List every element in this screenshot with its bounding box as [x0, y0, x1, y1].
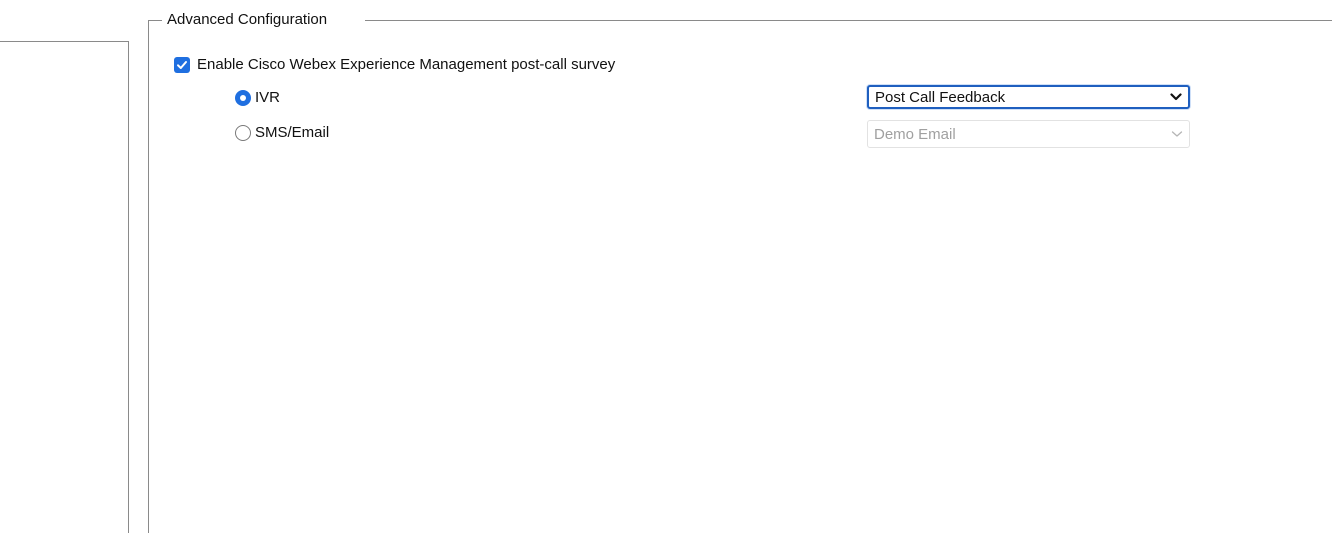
post-call-survey-checkbox[interactable]	[174, 56, 190, 73]
ivr-radio[interactable]	[235, 89, 251, 106]
ivr-survey-select-value: Post Call Feedback	[875, 88, 1006, 106]
outer-frame-left-line	[128, 41, 129, 533]
sms-email-label: SMS/Email	[255, 124, 330, 141]
ivr-survey-select[interactable]: Post Call Feedback	[867, 85, 1190, 109]
post-call-survey-checkbox-row[interactable]: Enable Cisco Webex Experience Management…	[174, 56, 615, 73]
group-border-left	[148, 20, 149, 533]
ivr-label: IVR	[255, 89, 281, 106]
post-call-survey-label: Enable Cisco Webex Experience Management…	[197, 56, 616, 73]
sms-email-radio[interactable]	[235, 124, 251, 141]
group-border-top-right	[365, 20, 1332, 21]
checkmark-icon	[177, 60, 187, 69]
chevron-down-icon	[1170, 92, 1182, 102]
page: Advanced Configuration Enable Cisco Webe…	[0, 0, 1332, 533]
sms-email-survey-select-value: Demo Email	[874, 125, 956, 143]
sms-email-radio-row[interactable]: SMS/Email	[235, 124, 329, 141]
ivr-radio-row[interactable]: IVR	[235, 89, 280, 106]
outer-frame-top-line	[0, 41, 128, 42]
group-legend: Advanced Configuration	[165, 11, 330, 29]
chevron-down-icon	[1171, 129, 1183, 139]
group-border-top-left	[148, 20, 162, 21]
sms-email-survey-select[interactable]: Demo Email	[867, 120, 1190, 148]
